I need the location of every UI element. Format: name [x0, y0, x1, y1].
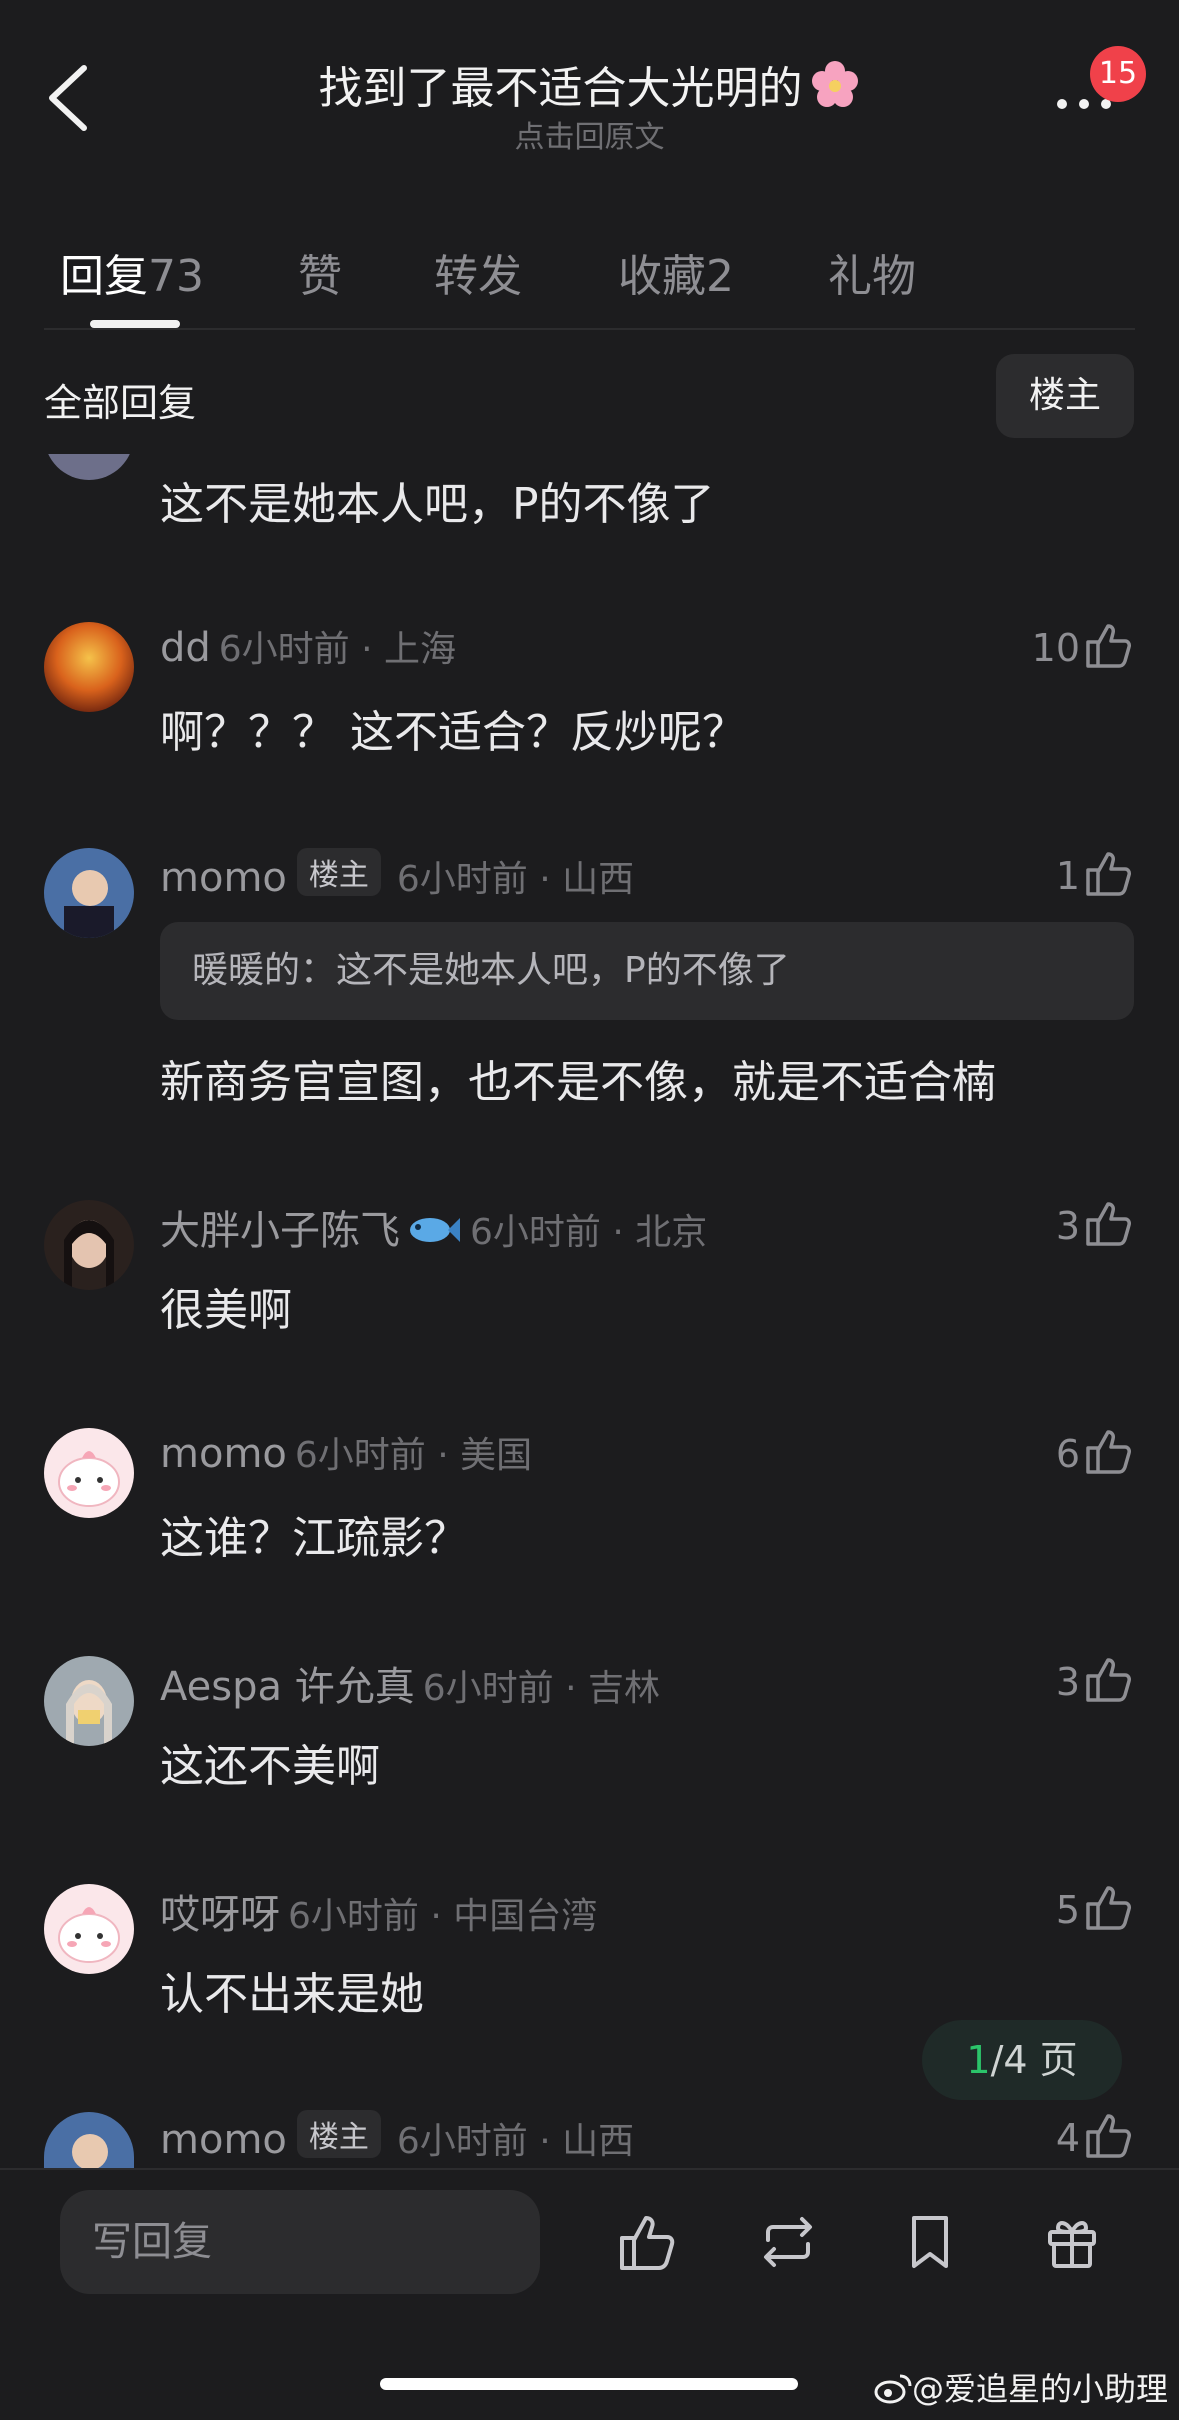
home-indicator [380, 2378, 798, 2390]
username[interactable]: momo [160, 855, 287, 901]
comment-header: momo 6小时前 · 美国 [160, 1426, 532, 1478]
tab-favorites[interactable]: 收藏2 [618, 240, 734, 304]
like-icon[interactable] [614, 2210, 678, 2274]
like-count: 3 [1055, 1204, 1080, 1248]
bookmark-icon[interactable] [898, 2210, 962, 2274]
username[interactable]: 哎呀呀 [160, 1892, 280, 1938]
comment-text: 很美啊 [160, 1285, 292, 1336]
post-title[interactable]: 找到了最不适合大光明的 [0, 52, 1179, 116]
avatar-image [44, 2112, 134, 2168]
thumbs-up-icon[interactable] [1082, 1654, 1134, 1706]
avatar-image [44, 848, 134, 938]
comment-header: 哎呀呀 6小时前 · 中国台湾 [160, 1882, 597, 1940]
owner-badge: 楼主 [296, 2110, 381, 2158]
username[interactable]: Aespa 许允真 [160, 1664, 415, 1710]
post-title-text: 找到了最不适合大光明的 [318, 63, 803, 114]
tab-active-indicator [90, 320, 180, 328]
thumbs-up-icon[interactable] [1082, 2110, 1134, 2162]
like-count: 4 [1055, 2116, 1080, 2160]
tab-reposts-label: 转发 [434, 251, 522, 302]
avatar-image [44, 1200, 134, 1290]
comment-meta: 6小时前 · 美国 [294, 1435, 533, 1476]
current-page: 1 [966, 2038, 991, 2082]
repost-icon[interactable] [756, 2210, 820, 2274]
total-pages: /4 页 [990, 2038, 1078, 2082]
comment-meta: 6小时前 · 上海 [218, 629, 457, 670]
thumbs-up-icon[interactable] [1082, 1426, 1134, 1478]
comment-text: 这还不美啊 [160, 1741, 380, 1792]
fish-icon [410, 1218, 460, 1242]
comment-text: 这谁？江疏影？ [160, 1513, 468, 1564]
notification-badge: 15 [1090, 46, 1146, 102]
tab-likes[interactable]: 赞 [298, 240, 342, 304]
cherry-blossom-icon [811, 61, 858, 107]
username[interactable]: 大胖小子陈飞 [160, 1208, 400, 1254]
comment-header: 大胖小子陈飞 6小时前 · 北京 [160, 1198, 707, 1256]
like-count: 1 [1055, 854, 1080, 898]
tab-replies-label: 回复 [60, 251, 148, 302]
avatar-image [44, 1656, 134, 1746]
avatar[interactable] [44, 622, 134, 712]
avatar[interactable] [44, 1428, 134, 1518]
weibo-logo-icon [874, 2374, 912, 2404]
username[interactable]: dd [160, 625, 211, 671]
avatar-image [44, 1428, 134, 1518]
comment-text: 这不是她本人吧，P的不像了 [160, 479, 715, 530]
avatar[interactable] [44, 848, 134, 938]
comment-meta: 6小时前 · 山西 [396, 859, 635, 900]
tab-gifts-label: 礼物 [828, 251, 916, 302]
tab-replies[interactable]: 回复73 [60, 240, 204, 304]
avatar[interactable] [44, 1884, 134, 1974]
tab-divider [44, 328, 1135, 330]
back-to-original-link[interactable]: 点击回原文 [0, 112, 1179, 156]
tab-favorites-label: 收藏 [618, 251, 706, 302]
tab-favorites-count: 2 [706, 251, 734, 302]
tab-likes-label: 赞 [298, 251, 342, 302]
comment-meta: 6小时前 · 吉林 [422, 1668, 660, 1709]
comment-header: momo 楼主 6小时前 · 山西 [160, 2110, 634, 2164]
thumbs-up-icon[interactable] [1082, 1198, 1134, 1250]
owner-badge: 楼主 [296, 848, 381, 896]
avatar[interactable] [44, 2112, 134, 2168]
thumbs-up-icon[interactable] [1082, 1882, 1134, 1934]
gift-icon[interactable] [1040, 2210, 1104, 2274]
username[interactable]: momo [160, 2117, 287, 2163]
like-count: 6 [1055, 1432, 1080, 1476]
avatar-image [44, 1884, 134, 1974]
thumbs-up-icon[interactable] [1082, 848, 1134, 900]
comment-meta: 6小时前 · 北京 [470, 1212, 708, 1253]
comment-meta: 6小时前 · 中国台湾 [288, 1896, 598, 1937]
username[interactable]: momo [160, 1431, 287, 1477]
watermark: @爱追星的小助理 [874, 2364, 1168, 2410]
like-count: 10 [1031, 626, 1080, 670]
owner-only-filter-button[interactable]: 楼主 [996, 354, 1134, 438]
comment-meta: 6小时前 · 山西 [396, 2121, 635, 2162]
reply-placeholder: 写回复 [92, 2219, 212, 2265]
comment-text: 新商务官宣图，也不是不像，就是不适合楠 [160, 1057, 996, 1108]
comment-header: Aespa 许允真 6小时前 · 吉林 [160, 1654, 660, 1712]
watermark-text: @爱追星的小助理 [912, 2370, 1169, 2408]
comment-header: dd 6小时前 · 上海 [160, 620, 456, 672]
comment-text: 啊？？？ 这不适合？反炒呢？ [160, 707, 746, 758]
tab-reposts[interactable]: 转发 [434, 240, 522, 304]
avatar[interactable] [44, 1656, 134, 1746]
tab-gifts[interactable]: 礼物 [828, 240, 916, 304]
quoted-reply[interactable]: 暖暖的：这不是她本人吧，P的不像了 [160, 922, 1134, 1020]
page-indicator[interactable]: 1/4 页 [922, 2020, 1122, 2100]
avatar[interactable] [44, 1200, 134, 1290]
quoted-reply-text: 暖暖的：这不是她本人吧，P的不像了 [192, 950, 790, 991]
like-count: 5 [1055, 1888, 1080, 1932]
comment-text: 认不出来是她 [160, 1969, 424, 2020]
comment-header: momo 楼主 6小时前 · 山西 [160, 848, 634, 902]
thumbs-up-icon[interactable] [1082, 620, 1134, 672]
like-count: 3 [1055, 1660, 1080, 1704]
avatar-image [44, 622, 134, 712]
reply-input[interactable]: 写回复 [60, 2190, 540, 2294]
tab-replies-count: 73 [148, 251, 204, 302]
all-replies-heading: 全部回复 [44, 381, 197, 425]
